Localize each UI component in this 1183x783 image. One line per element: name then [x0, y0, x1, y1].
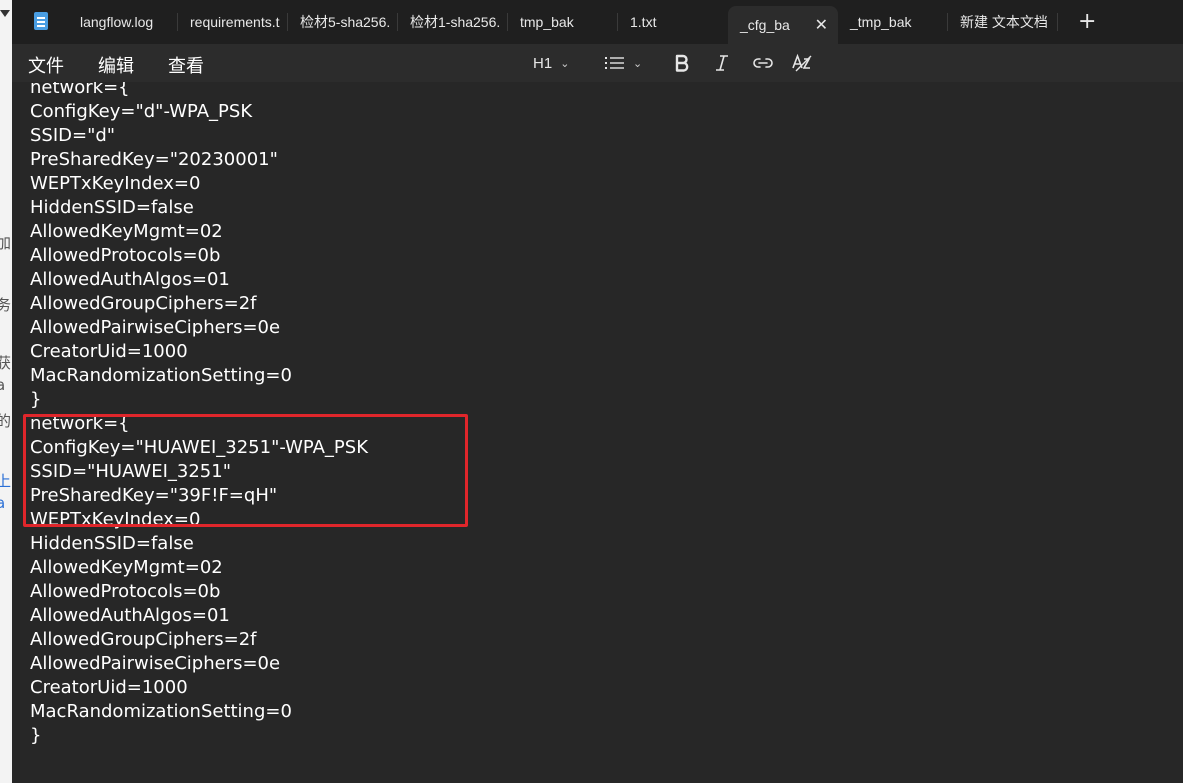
tab-tmp-bak[interactable]: tmp_bak — [508, 0, 618, 44]
background-glyph: 获 — [0, 354, 12, 372]
background-glyph: 的 — [0, 412, 12, 430]
bold-button[interactable] — [674, 50, 690, 76]
link-icon — [752, 56, 774, 70]
menu-view[interactable]: 查看 — [168, 52, 204, 78]
background-glyph: 务 — [0, 296, 12, 314]
tab-tmp-bak-2[interactable]: _tmp_bak — [838, 0, 948, 44]
menu-file[interactable]: 文件 — [28, 52, 64, 78]
chevron-down-icon: ⌄ — [560, 56, 570, 70]
background-link-glyph: 上 — [0, 472, 12, 490]
editor-line: } — [30, 725, 42, 746]
editor-line: AllowedKeyMgmt=02 — [30, 221, 223, 242]
heading-label: H1 — [533, 54, 553, 72]
editor-line: HiddenSSID=false — [30, 533, 194, 554]
tab-requirements[interactable]: requirements.t — [178, 0, 288, 44]
editor-line: ConfigKey="d"-WPA_PSK — [30, 101, 253, 122]
editor-line: AllowedPairwiseCiphers=0e — [30, 653, 281, 674]
editor-line: HiddenSSID=false — [30, 197, 194, 218]
tab-cfg-bak-active[interactable]: _cfg_ba ✕ — [728, 6, 838, 44]
heading-dropdown[interactable]: H1 ⌄ — [533, 50, 569, 76]
menu-toolbar: 文件 编辑 查看 H1 ⌄ ⌄ — [12, 44, 1183, 82]
menu-edit[interactable]: 编辑 — [98, 52, 134, 78]
background-glyph: 加 — [0, 234, 12, 252]
tab-label: 新建 文本文档 — [960, 14, 1048, 30]
editor-line: PreSharedKey="20230001" — [30, 149, 278, 170]
bulleted-list-icon — [605, 56, 625, 70]
editor-line: } — [30, 389, 42, 410]
close-tab-icon[interactable]: ✕ — [815, 15, 828, 34]
editor-line: AllowedGroupCiphers=2f — [30, 629, 257, 650]
editor-line: AllowedPairwiseCiphers=0e — [30, 317, 281, 338]
editor-line: AllowedAuthAlgos=01 — [30, 605, 230, 626]
editor-line: CreatorUid=1000 — [30, 677, 188, 698]
tab-strip: langflow.log requirements.t 检材5-sha256. … — [12, 0, 1183, 44]
editor-line: MacRandomizationSetting=0 — [30, 701, 292, 722]
editor-line: AllowedProtocols=0b — [30, 245, 221, 266]
editor-line: WEPTxKeyIndex=0 — [30, 173, 201, 194]
tab-separator — [1057, 13, 1058, 31]
italic-button[interactable] — [714, 50, 730, 76]
italic-icon — [714, 54, 730, 72]
tab-label: 检材1-sha256. — [410, 14, 501, 30]
notepad-app-icon — [34, 12, 48, 30]
editor-line: CreatorUid=1000 — [30, 341, 188, 362]
clear-formatting-button[interactable] — [792, 50, 814, 76]
editor-line: AllowedProtocols=0b — [30, 581, 221, 602]
tab-jiancai1-sha256[interactable]: 检材1-sha256. — [398, 0, 508, 44]
tab-label: 1.txt — [630, 14, 657, 30]
tab-new-text-document[interactable]: 新建 文本文档 — [948, 0, 1058, 44]
editor-lines: network={ConfigKey="d"-WPA_PSK SSID="d" Pr… — [30, 76, 368, 748]
background-glyph: a — [0, 376, 6, 394]
dropdown-arrow-icon — [0, 10, 10, 17]
tab-1-txt[interactable]: 1.txt — [618, 0, 728, 44]
editor-line: MacRandomizationSetting=0 — [30, 365, 292, 386]
clear-formatting-icon — [792, 53, 814, 73]
background-window-edge: 加 务 获 a 的 上 a — [0, 0, 12, 783]
tab-langflow-log[interactable]: langflow.log — [68, 0, 178, 44]
tab-label: 检材5-sha256. — [300, 14, 391, 30]
tab-label: langflow.log — [80, 14, 154, 30]
red-highlight-box — [23, 414, 468, 527]
list-dropdown[interactable]: ⌄ — [605, 50, 642, 76]
tab-label: requirements.t — [190, 14, 280, 30]
editor-line: AllowedKeyMgmt=02 — [30, 557, 223, 578]
tab-label: _cfg_ba — [740, 17, 790, 33]
link-button[interactable] — [752, 50, 774, 76]
tab-jiancai5-sha256[interactable]: 检材5-sha256. — [288, 0, 398, 44]
tab-label: _tmp_bak — [850, 14, 912, 30]
new-tab-plus-icon[interactable]: + — [1078, 9, 1096, 35]
background-link-glyph: a — [0, 494, 6, 512]
editor-line: SSID="d" — [30, 125, 116, 146]
text-editor[interactable]: network={ConfigKey="d"-WPA_PSK SSID="d" Pr… — [12, 77, 1183, 783]
chevron-down-icon: ⌄ — [633, 56, 643, 70]
tab-label: tmp_bak — [520, 14, 574, 30]
editor-line: AllowedGroupCiphers=2f — [30, 293, 257, 314]
editor-line: AllowedAuthAlgos=01 — [30, 269, 230, 290]
bold-icon — [674, 54, 690, 72]
